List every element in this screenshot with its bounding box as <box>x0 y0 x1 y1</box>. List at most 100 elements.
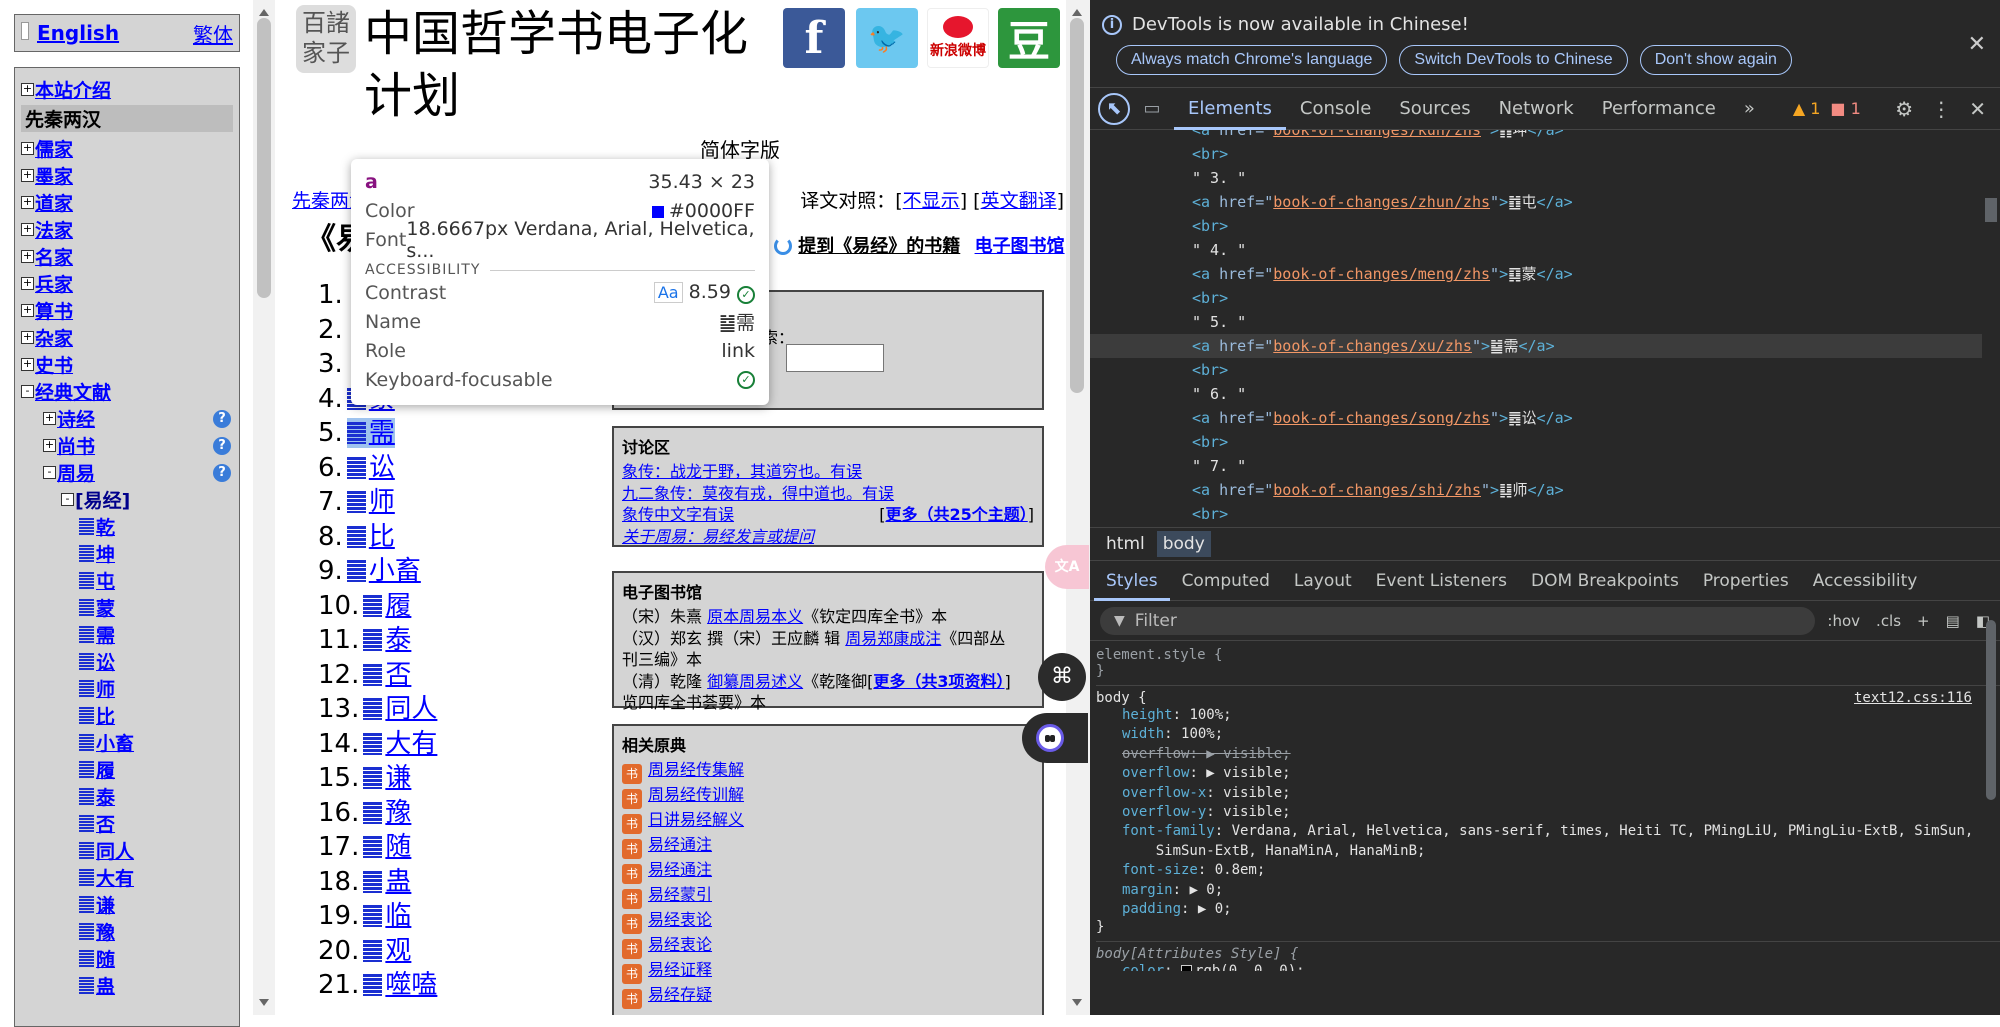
related-link[interactable]: 易经通注 <box>648 835 712 854</box>
chapter-link[interactable]: 大有 <box>363 729 437 759</box>
nav-item-link[interactable]: 名家 <box>35 243 73 270</box>
hexagram-nav-item[interactable]: 豫 <box>21 918 233 945</box>
chapter-link[interactable]: 履 <box>363 591 411 621</box>
help-icon[interactable]: ? <box>213 409 231 428</box>
nav-subitem-link[interactable]: 诗经 <box>57 405 95 432</box>
hexagram-link[interactable]: 否 <box>96 810 115 837</box>
hexagram-nav-item[interactable]: 坤 <box>21 540 233 567</box>
nav-item-link[interactable]: 算书 <box>35 297 73 324</box>
hexagram-link[interactable]: 屯 <box>96 567 115 594</box>
left-scrollbar[interactable] <box>253 0 275 1015</box>
expand-icon[interactable]: + <box>43 412 56 425</box>
dom-node[interactable]: <br> <box>1090 286 2000 310</box>
css-declaration[interactable]: margin: ▶ 0; <box>1096 881 2000 900</box>
expand-icon[interactable]: + <box>21 250 34 263</box>
styles-scroll-thumb[interactable] <box>1986 620 1996 800</box>
english-translation-link[interactable]: 英文翻译 <box>981 190 1057 212</box>
main-scrollbar[interactable] <box>1066 0 1090 1015</box>
nav-subitem[interactable]: + 诗经? <box>21 405 233 432</box>
css-declaration[interactable]: height: 100%; <box>1096 706 2000 725</box>
hide-translation-link[interactable]: 不显示 <box>903 190 960 212</box>
warning-count[interactable]: ▲ 1 <box>1793 99 1821 118</box>
nav-item[interactable]: + 道家 <box>21 189 233 216</box>
css-declaration[interactable]: color: rgb(0, 0, 0); <box>1096 962 2000 971</box>
more-tabs-icon[interactable]: » <box>1730 88 1769 130</box>
devtools-tab[interactable]: Performance <box>1588 88 1730 130</box>
dom-node[interactable]: <a href="book-of-changes/shi/zhs">䷆师</a> <box>1090 478 2000 502</box>
dom-node[interactable]: <a href="book-of-changes/zhun/zhs">䷂屯</a… <box>1090 190 2000 214</box>
nav-item-link[interactable]: 本站介绍 <box>35 76 111 103</box>
related-link[interactable]: 易经衷论 <box>648 910 712 929</box>
hexagram-nav-item[interactable]: 师 <box>21 675 233 702</box>
hexagram-nav-item[interactable]: 蛊 <box>21 972 233 999</box>
apps-widget-icon[interactable]: ⌘ <box>1038 653 1086 701</box>
chapter-link[interactable]: 临 <box>363 901 411 931</box>
nav-subsubitem[interactable]: - [易经] <box>21 486 233 513</box>
facebook-icon[interactable]: f <box>783 8 845 68</box>
nav-item[interactable]: + 墨家 <box>21 162 233 189</box>
chapter-link[interactable]: 需 <box>346 418 395 448</box>
styles-filter-input[interactable]: ▼ Filter <box>1100 606 1816 635</box>
discussion-link[interactable]: 九二象传：莫夜有戎，得中道也。有误 <box>622 484 894 503</box>
nav-item-link[interactable]: 经典文献 <box>35 378 111 405</box>
close-icon[interactable]: ✕ <box>1968 32 1986 57</box>
nav-item[interactable]: + 算书 <box>21 297 233 324</box>
nav-item-link[interactable]: 道家 <box>35 189 73 216</box>
kebab-menu-icon[interactable]: ⋮ <box>1931 97 1951 121</box>
nav-item-link[interactable]: 兵家 <box>35 270 73 297</box>
translate-widget-icon[interactable]: 文A <box>1045 545 1089 589</box>
expand-icon[interactable]: + <box>21 304 34 317</box>
devtools-tab[interactable]: Network <box>1485 88 1588 130</box>
hexagram-link[interactable]: 乾 <box>96 513 115 540</box>
css-declaration[interactable]: overflow-x: visible; <box>1096 784 2000 803</box>
library-book-link[interactable]: 原本周易本义 <box>707 607 803 626</box>
related-link[interactable]: 易经证释 <box>648 960 712 979</box>
hexagram-link[interactable]: 履 <box>96 756 115 783</box>
hexagram-link[interactable]: 大有 <box>96 864 134 891</box>
collapse-icon[interactable]: - <box>21 385 34 398</box>
nav-item[interactable]: + 法家 <box>21 216 233 243</box>
color-swatch-icon[interactable] <box>1181 965 1193 971</box>
hexagram-link[interactable]: 谦 <box>96 891 115 918</box>
search-input[interactable] <box>786 344 884 372</box>
hexagram-nav-item[interactable]: 乾 <box>21 513 233 540</box>
chapter-link[interactable]: 讼 <box>346 453 395 483</box>
chapter-link[interactable]: 泰 <box>363 625 411 655</box>
dom-node[interactable]: " 3. " <box>1090 166 2000 190</box>
related-link[interactable]: 易经衷论 <box>648 935 712 954</box>
library-link[interactable]: 电子图书馆 <box>975 236 1065 257</box>
styles-scrollbar[interactable] <box>1982 608 2000 1015</box>
hexagram-nav-item[interactable]: 同人 <box>21 837 233 864</box>
dom-node[interactable]: " 5. " <box>1090 310 2000 334</box>
expand-icon[interactable]: + <box>21 277 34 290</box>
styles-subtab[interactable]: Properties <box>1691 561 1801 601</box>
dom-node[interactable]: <a href="book-of-changes/kun/zhs">䷁坤</a> <box>1090 130 2000 142</box>
expand-icon[interactable]: + <box>21 223 34 236</box>
hexagram-nav-item[interactable]: 需 <box>21 621 233 648</box>
dom-node[interactable]: <br> <box>1090 358 2000 382</box>
expand-icon[interactable]: + <box>21 142 34 155</box>
chapter-link[interactable]: 谦 <box>363 763 411 793</box>
weibo-icon[interactable]: 新浪微博 <box>927 8 989 68</box>
dom-node[interactable]: " 4. " <box>1090 238 2000 262</box>
related-link[interactable]: 易经存疑 <box>648 985 712 1004</box>
inspect-element-icon[interactable]: ⬉ <box>1098 92 1130 125</box>
styles-subtab[interactable]: DOM Breakpoints <box>1519 561 1691 601</box>
expand-icon[interactable]: + <box>21 331 34 344</box>
css-declaration[interactable]: font-size: 0.8em; <box>1096 861 2000 880</box>
chapter-link[interactable]: 豫 <box>363 798 411 828</box>
dom-node[interactable]: <br> <box>1090 142 2000 166</box>
hexagram-nav-item[interactable]: 谦 <box>21 891 233 918</box>
chapter-link[interactable]: 否 <box>363 660 411 690</box>
english-link[interactable]: English <box>37 21 119 45</box>
nav-item-link[interactable]: 法家 <box>35 216 73 243</box>
scroll-up-icon[interactable] <box>259 9 269 16</box>
dom-href[interactable]: book-of-changes/xu/zhs <box>1273 337 1472 355</box>
chapter-link[interactable]: 师 <box>346 487 395 517</box>
styles-subtab[interactable]: Styles <box>1094 561 1170 601</box>
chapter-link[interactable]: 同人 <box>363 694 437 724</box>
help-icon[interactable]: ? <box>213 463 231 482</box>
hexagram-link[interactable]: 蒙 <box>96 594 115 621</box>
ask-question-link[interactable]: 关于周易：易经发言或提问 <box>622 527 814 546</box>
hexagram-nav-item[interactable]: 比 <box>21 702 233 729</box>
